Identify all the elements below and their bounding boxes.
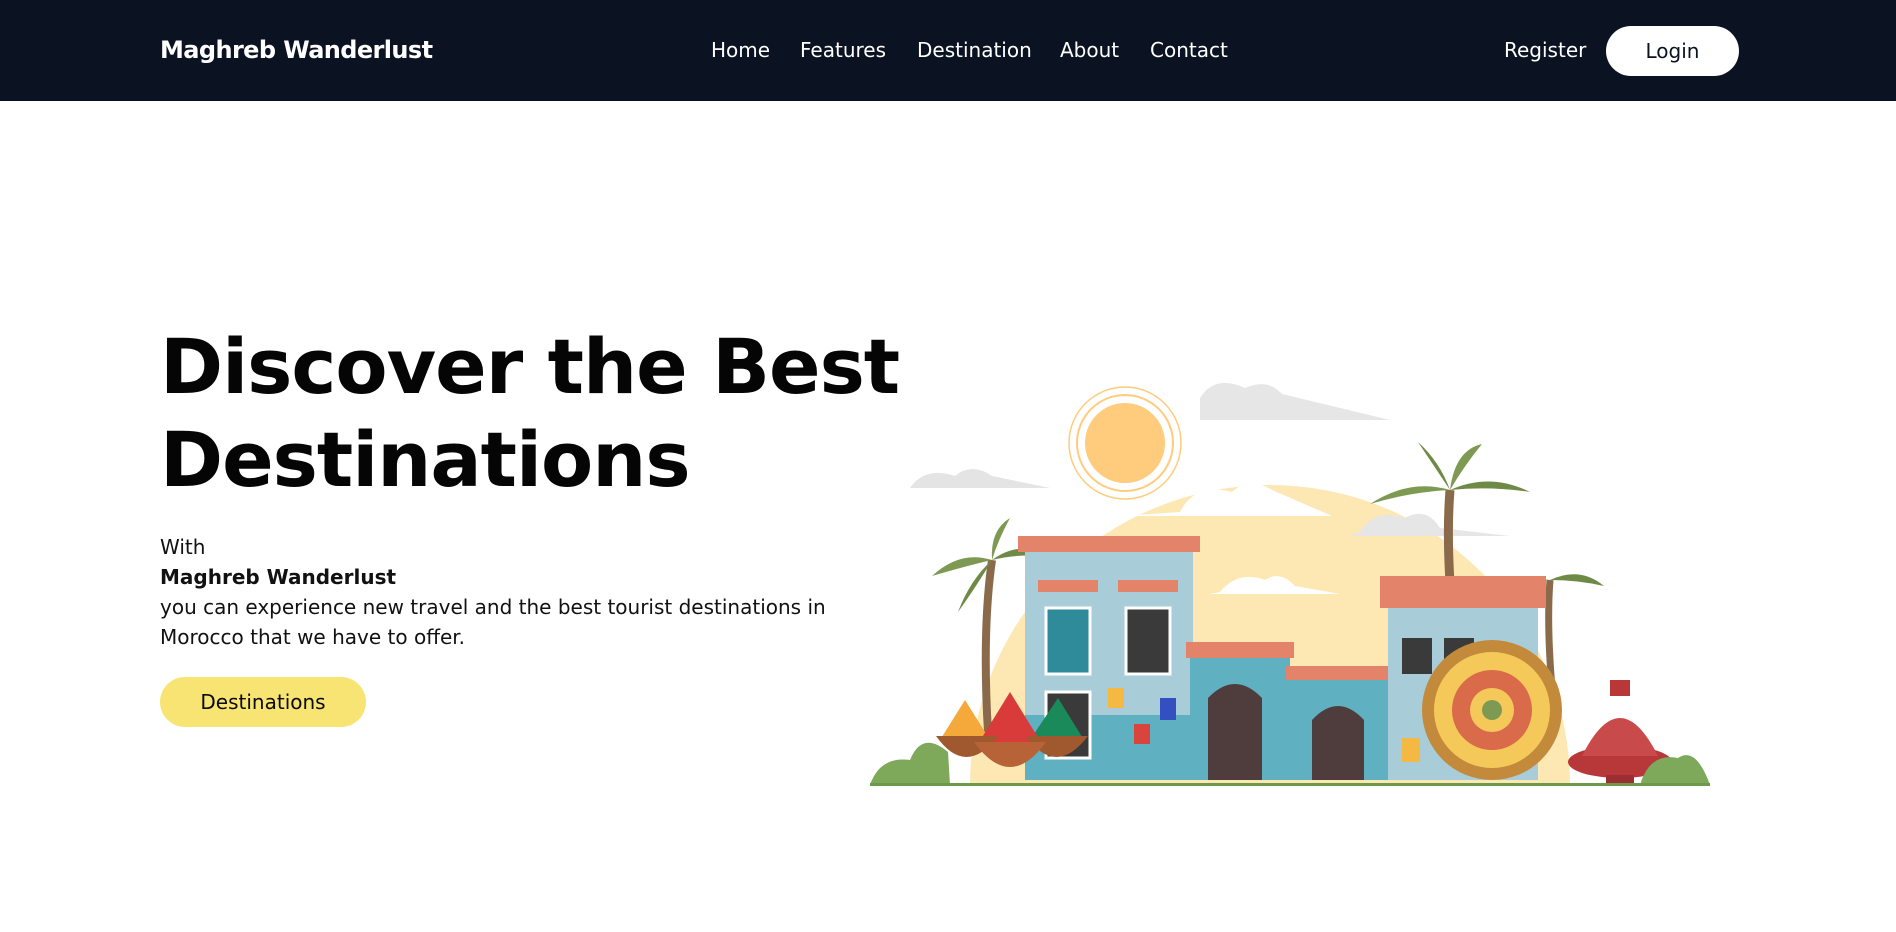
brand-logo[interactable]: Maghreb Wanderlust <box>160 36 433 64</box>
nav-link-contact[interactable]: Contact <box>1150 38 1228 62</box>
destinations-button[interactable]: Destinations <box>160 677 366 727</box>
morocco-hero-illustration <box>870 382 1710 786</box>
sun-icon <box>1068 386 1182 500</box>
hero-title: Discover the Best Destinations <box>160 320 900 506</box>
register-link[interactable]: Register <box>1504 38 1586 62</box>
cloud-left <box>910 469 1050 488</box>
nav-link-about[interactable]: About <box>1060 38 1119 62</box>
hero-title-line-2: Destinations <box>160 415 691 504</box>
hero-intro-text: With <box>160 535 206 559</box>
nav-link-home[interactable]: Home <box>711 38 770 62</box>
cloud-top-right <box>1200 382 1390 420</box>
hero-brand-name: Maghreb Wanderlust <box>160 565 397 589</box>
hero-description-line-1: you can experience new travel and the be… <box>160 595 826 619</box>
top-navbar: Maghreb Wanderlust Home Features Destina… <box>0 0 1896 101</box>
hero-description: With Maghreb Wanderlust you can experien… <box>160 532 840 652</box>
login-button[interactable]: Login <box>1606 26 1739 76</box>
decorative-plate <box>1422 640 1562 780</box>
hero-title-line-1: Discover the Best <box>160 322 900 411</box>
nav-link-features[interactable]: Features <box>800 38 886 62</box>
hero-description-line-2: Morocco that we have to offer. <box>160 625 466 649</box>
nav-link-destination[interactable]: Destination <box>917 38 1032 62</box>
